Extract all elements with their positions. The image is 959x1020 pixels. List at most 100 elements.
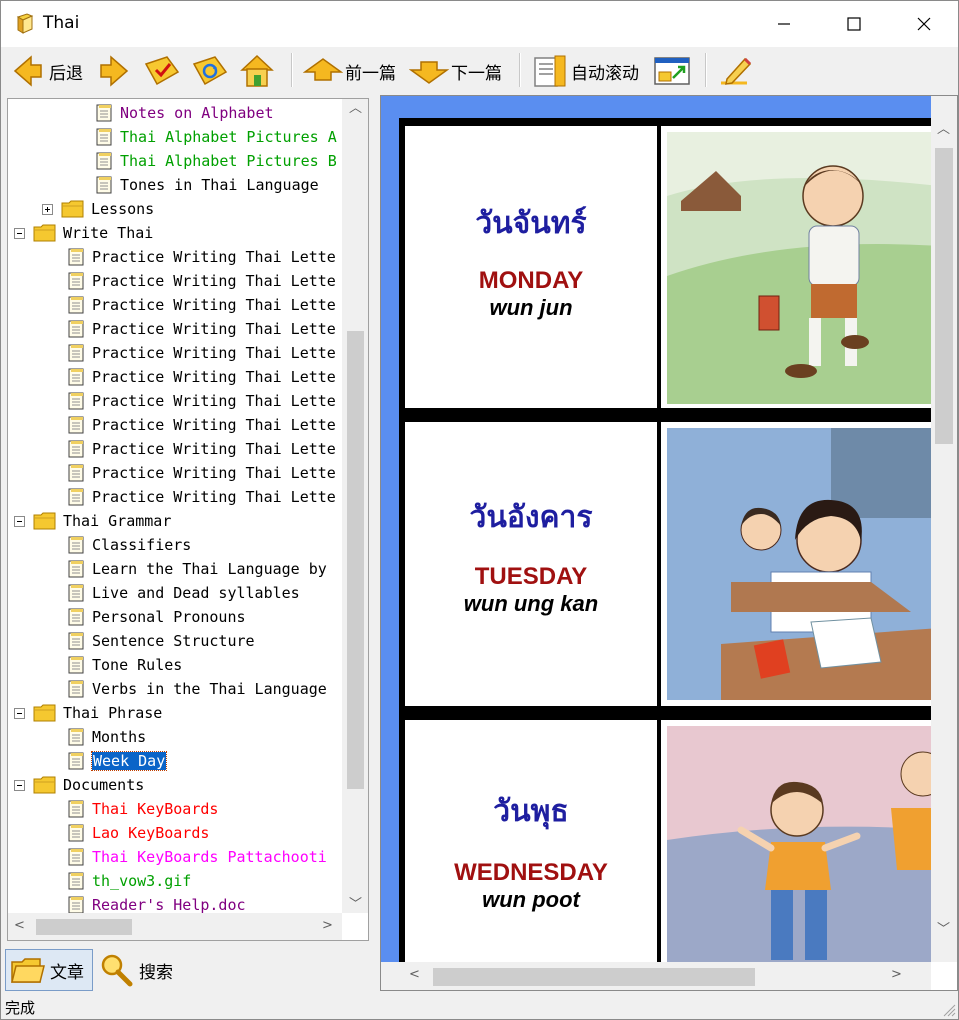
tree-doc-node[interactable]: Practice Writing Thai Lette xyxy=(66,413,336,437)
scrollbar-thumb[interactable] xyxy=(36,919,132,935)
tree-doc-node[interactable]: Practice Writing Thai Lette xyxy=(66,269,336,293)
tab-articles[interactable]: 文章 xyxy=(5,949,93,991)
scrollbar-thumb[interactable] xyxy=(935,148,953,444)
tree-doc-node[interactable]: Months xyxy=(66,725,146,749)
tree-folder-node[interactable]: Thai Phrase xyxy=(14,701,162,725)
expand-icon[interactable] xyxy=(42,203,53,215)
scroll-right-arrow-icon[interactable]: > xyxy=(322,918,333,933)
tree-node-label: Thai Alphabet Pictures A xyxy=(120,128,337,146)
collapse-icon[interactable] xyxy=(14,779,25,791)
weekday-table: วันจันทร์ MONDAY wun jun วันอังคาร TUESD… xyxy=(399,118,931,962)
previous-article-button[interactable]: 前一篇 xyxy=(303,51,396,91)
refresh-button[interactable] xyxy=(191,51,229,91)
tree-doc-node[interactable]: Personal Pronouns xyxy=(66,605,246,629)
tree-vertical-scrollbar[interactable]: ︿ ﹀ xyxy=(342,99,368,913)
day-cell: วันพุธ WEDNESDAY wun poot xyxy=(405,720,657,962)
tree-node-label: Tone Rules xyxy=(92,656,183,674)
tree-horizontal-scrollbar[interactable]: < > xyxy=(8,913,342,940)
scroll-down-arrow-icon[interactable]: ﹀ xyxy=(937,918,950,937)
tab-search-label: 搜索 xyxy=(139,962,173,983)
back-label: 后退 xyxy=(49,63,83,84)
close-icon xyxy=(917,17,931,31)
tree-doc-node[interactable]: Tones in Thai Language xyxy=(94,173,319,197)
article-view: วันจันทร์ MONDAY wun jun วันอังคาร TUESD… xyxy=(381,96,931,962)
content-horizontal-scrollbar[interactable]: < > xyxy=(381,962,931,990)
tree-doc-node[interactable]: Verbs in the Thai Language xyxy=(66,677,327,701)
back-button[interactable]: 后退 xyxy=(11,51,83,91)
tree-doc-node[interactable]: Practice Writing Thai Lette xyxy=(66,317,336,341)
tree-doc-node[interactable]: Practice Writing Thai Lette xyxy=(66,389,336,413)
tree-doc-node[interactable]: Practice Writing Thai Lette xyxy=(66,341,336,365)
tree-doc-node[interactable]: Reader's Help.doc xyxy=(66,893,246,913)
resize-grip-icon[interactable] xyxy=(940,1001,956,1017)
document-icon xyxy=(66,871,86,891)
tree-node-label: Lao KeyBoards xyxy=(92,824,210,842)
document-icon xyxy=(66,487,86,507)
collapse-icon[interactable] xyxy=(14,515,25,527)
tree-node-label: Practice Writing Thai Lette xyxy=(92,296,336,314)
autoscroll-button[interactable]: 自动滚动 xyxy=(531,51,639,91)
document-icon xyxy=(66,319,86,339)
tree-doc-node[interactable]: Practice Writing Thai Lette xyxy=(66,293,336,317)
tree-doc-node[interactable]: Thai KeyBoards xyxy=(66,797,218,821)
tree-doc-node[interactable]: Practice Writing Thai Lette xyxy=(66,437,336,461)
title-bar: Thai xyxy=(1,1,958,47)
fullscreen-icon xyxy=(654,57,690,85)
tree-doc-node[interactable]: Practice Writing Thai Lette xyxy=(66,485,336,509)
tree-view[interactable]: Notes on Alphabet Thai Alphabet Pictures … xyxy=(8,99,342,913)
tree-folder-node[interactable]: Write Thai xyxy=(14,221,153,245)
tree-doc-node[interactable]: Thai Alphabet Pictures A xyxy=(94,125,337,149)
tree-doc-node[interactable]: Lao KeyBoards xyxy=(66,821,209,845)
tree-doc-node[interactable]: Tone Rules xyxy=(66,653,182,677)
content-pane: วันจันทร์ MONDAY wun jun วันอังคาร TUESD… xyxy=(380,95,958,991)
scroll-right-arrow-icon[interactable]: > xyxy=(891,967,902,982)
tree-folder-node[interactable]: Lessons xyxy=(42,197,154,221)
minimize-button[interactable] xyxy=(749,1,819,47)
tree-doc-node[interactable]: Learn the Thai Language by xyxy=(66,557,327,581)
tree-doc-node[interactable]: Live and Dead syllables xyxy=(66,581,300,605)
tab-search[interactable]: 搜索 xyxy=(97,949,187,991)
back-arrow-icon xyxy=(13,55,42,87)
bookmark-button[interactable] xyxy=(143,51,181,91)
document-icon xyxy=(66,583,86,603)
tree-node-label: Thai KeyBoards xyxy=(92,800,219,818)
close-button[interactable] xyxy=(889,1,959,47)
collapse-icon[interactable] xyxy=(14,707,25,719)
scroll-down-arrow-icon[interactable]: ﹀ xyxy=(349,893,362,912)
fullscreen-button[interactable] xyxy=(653,51,691,91)
status-text: 完成 xyxy=(5,999,36,1017)
tree-doc-node[interactable]: Classifiers xyxy=(66,533,191,557)
tree-node-label: Sentence Structure xyxy=(92,632,255,650)
tree-doc-node[interactable]: Practice Writing Thai Lette xyxy=(66,245,336,269)
tree-doc-node[interactable]: th_vow3.gif xyxy=(66,869,191,893)
scroll-left-arrow-icon[interactable]: < xyxy=(409,967,420,982)
maximize-button[interactable] xyxy=(819,1,889,47)
forward-button[interactable] xyxy=(97,51,131,91)
collapse-icon[interactable] xyxy=(14,227,25,239)
tree-node-label: Write Thai xyxy=(63,224,154,242)
classroom-illustration xyxy=(667,428,931,700)
document-icon xyxy=(66,367,86,387)
content-vertical-scrollbar[interactable]: ︿ ﹀ xyxy=(931,96,957,962)
scrollbar-thumb[interactable] xyxy=(433,968,755,986)
refresh-icon xyxy=(192,56,228,86)
tree-folder-node[interactable]: Documents xyxy=(14,773,144,797)
edit-button[interactable] xyxy=(717,51,755,91)
tree-folder-node[interactable]: Thai Grammar xyxy=(14,509,171,533)
home-button[interactable] xyxy=(239,51,275,91)
tree-doc-node[interactable]: Thai Alphabet Pictures B xyxy=(94,149,337,173)
next-article-button[interactable]: 下一篇 xyxy=(409,51,502,91)
scroll-up-arrow-icon[interactable]: ︿ xyxy=(937,118,950,137)
tree-node-label: Thai KeyBoards Pattachooti xyxy=(92,848,327,866)
scrollbar-thumb[interactable] xyxy=(347,331,364,789)
tree-doc-node[interactable]: Week Day xyxy=(66,749,168,773)
english-day-name: MONDAY xyxy=(478,267,584,294)
tree-doc-node[interactable]: Thai KeyBoards Pattachooti xyxy=(66,845,327,869)
tree-doc-node[interactable]: Sentence Structure xyxy=(66,629,255,653)
scroll-left-arrow-icon[interactable]: < xyxy=(14,918,25,933)
tree-doc-node[interactable]: Practice Writing Thai Lette xyxy=(66,365,336,389)
tree-doc-node[interactable]: Practice Writing Thai Lette xyxy=(66,461,336,485)
scroll-up-arrow-icon[interactable]: ︿ xyxy=(349,99,362,116)
document-icon xyxy=(66,415,86,435)
tree-doc-node[interactable]: Notes on Alphabet xyxy=(94,101,274,125)
